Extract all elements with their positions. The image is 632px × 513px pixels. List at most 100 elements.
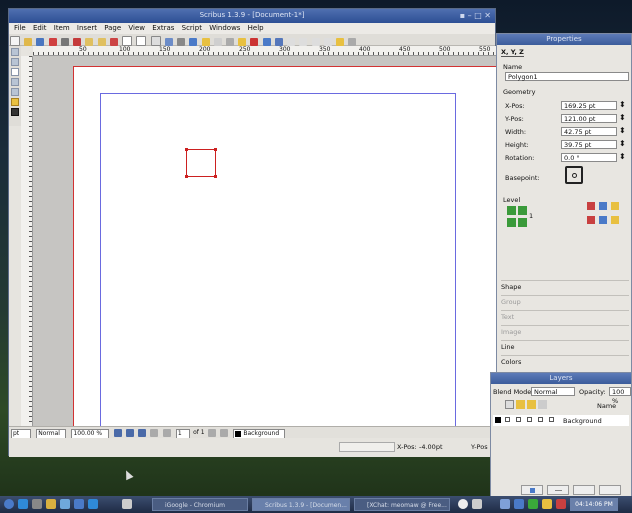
- flip-horizontal-icon[interactable]: [587, 202, 595, 210]
- raise-icon[interactable]: [518, 206, 527, 215]
- raise-layer-button[interactable]: [599, 485, 621, 495]
- app-icon[interactable]: [88, 499, 98, 509]
- launcher-icon[interactable]: [18, 499, 28, 509]
- properties-title[interactable]: Properties: [497, 34, 631, 45]
- text-annotation-icon[interactable]: [11, 98, 19, 106]
- prev-page-icon[interactable]: [162, 429, 171, 437]
- paste-icon[interactable]: [136, 36, 147, 46]
- window-titlebar[interactable]: Scribus 1.3.9 - [Document-1*] ▪ – □ ✕: [9, 9, 495, 23]
- scale-icon[interactable]: [611, 216, 619, 224]
- section-group[interactable]: Group: [501, 295, 629, 309]
- tray-app-icon[interactable]: [556, 499, 566, 509]
- lock-checkbox[interactable]: [527, 417, 532, 422]
- stepper-icon[interactable]: ⬍: [619, 100, 626, 109]
- browser-icon[interactable]: [60, 499, 70, 509]
- first-page-icon[interactable]: [150, 429, 159, 437]
- resize-handle[interactable]: [185, 148, 188, 151]
- menu-page[interactable]: Page: [104, 23, 121, 34]
- cut-icon[interactable]: [109, 38, 118, 46]
- layers-title[interactable]: Layers: [491, 373, 631, 384]
- window-controls[interactable]: ▪ – □ ✕: [460, 11, 491, 20]
- lower-icon[interactable]: [518, 218, 527, 227]
- edit-contents-icon[interactable]: [287, 38, 296, 46]
- eyedropper-icon[interactable]: [336, 38, 345, 46]
- text-frame-icon[interactable]: [164, 38, 173, 46]
- undo-icon[interactable]: [85, 38, 94, 46]
- xyz-tab[interactable]: X, Y, Z: [501, 48, 524, 57]
- zoom-in-icon[interactable]: [138, 429, 147, 437]
- tray-app-icon[interactable]: [528, 499, 538, 509]
- network-icon[interactable]: [458, 499, 468, 509]
- section-line[interactable]: Line: [501, 340, 629, 354]
- menu-view[interactable]: View: [128, 23, 145, 34]
- opacity-field[interactable]: 100 %: [609, 387, 631, 405]
- section-colors[interactable]: Colors: [501, 355, 629, 369]
- flow-checkbox[interactable]: [538, 417, 543, 422]
- duplicate-layer-button[interactable]: [573, 485, 595, 495]
- resize-handle[interactable]: [214, 175, 217, 178]
- basepoint-selector-icon[interactable]: [565, 166, 583, 184]
- layer-row[interactable]: Background: [493, 415, 629, 426]
- zoom-out-icon[interactable]: [113, 429, 122, 437]
- task-chromium[interactable]: iGoogle - Chromium: [152, 498, 248, 511]
- height-field[interactable]: 39.75 pt: [561, 140, 617, 149]
- pdf-checkbox-icon[interactable]: [11, 68, 19, 76]
- name-field[interactable]: Polygon1: [505, 72, 629, 81]
- pdf-combobox-icon[interactable]: [11, 78, 19, 86]
- document-page[interactable]: [73, 66, 497, 426]
- menu-edit[interactable]: Edit: [33, 23, 47, 34]
- stepper-icon[interactable]: ⬍: [619, 126, 626, 135]
- tray-app-icon[interactable]: [542, 499, 552, 509]
- link-annotation-icon[interactable]: [11, 108, 19, 116]
- rotation-field[interactable]: 0.0 °: [561, 153, 617, 162]
- flip-vertical-icon[interactable]: [599, 202, 607, 210]
- basepoint-center-icon[interactable]: [572, 173, 577, 178]
- shape-icon[interactable]: [201, 38, 210, 46]
- next-page-icon[interactable]: [207, 429, 216, 437]
- copy-icon[interactable]: [122, 36, 133, 46]
- section-image[interactable]: Image: [501, 325, 629, 339]
- menu-extras[interactable]: Extras: [152, 23, 174, 34]
- show-desktop-icon[interactable]: [122, 499, 132, 509]
- xpos-field[interactable]: 169.25 pt: [561, 101, 617, 110]
- blend-mode-select[interactable]: Normal: [531, 387, 575, 396]
- polygon-icon[interactable]: [213, 38, 222, 46]
- close-document-icon[interactable]: [48, 38, 57, 46]
- pdf-button-icon[interactable]: [11, 48, 19, 56]
- raise-to-top-icon[interactable]: [507, 206, 516, 215]
- no-print-icon[interactable]: [587, 216, 595, 224]
- width-field[interactable]: 42.75 pt: [561, 127, 617, 136]
- lower-to-bottom-icon[interactable]: [507, 218, 516, 227]
- menu-script[interactable]: Script: [182, 23, 202, 34]
- freehand-icon[interactable]: [250, 38, 259, 46]
- select-tool-icon[interactable]: [150, 36, 161, 46]
- export-pdf-icon[interactable]: [73, 38, 82, 46]
- polygon1-frame[interactable]: [185, 148, 217, 178]
- section-shape[interactable]: Shape: [501, 280, 629, 294]
- vertical-ruler[interactable]: [21, 56, 33, 426]
- files-icon[interactable]: [46, 499, 56, 509]
- menu-windows[interactable]: Windows: [209, 23, 240, 34]
- link-frames-icon[interactable]: [299, 38, 308, 46]
- menu-item[interactable]: Item: [54, 23, 70, 34]
- layer-name[interactable]: Background: [563, 417, 602, 425]
- volume-icon[interactable]: [472, 499, 482, 509]
- image-frame-icon[interactable]: [177, 38, 186, 46]
- resize-handle[interactable]: [185, 175, 188, 178]
- lock-size-icon[interactable]: [599, 216, 607, 224]
- print-icon[interactable]: [60, 38, 69, 46]
- menu-help[interactable]: Help: [248, 23, 264, 34]
- pdf-listbox-icon[interactable]: [11, 88, 19, 96]
- new-document-icon[interactable]: [10, 36, 20, 46]
- visible-checkbox[interactable]: [505, 417, 510, 422]
- tray-app-icon[interactable]: [514, 499, 524, 509]
- redo-icon[interactable]: [97, 38, 106, 46]
- lock-icon[interactable]: [611, 202, 619, 210]
- open-folder-icon[interactable]: [24, 38, 33, 46]
- zoom-icon[interactable]: [274, 38, 283, 46]
- measure-icon[interactable]: [323, 38, 332, 46]
- resize-handle[interactable]: [214, 148, 217, 151]
- unlink-frames-icon[interactable]: [311, 38, 320, 46]
- print-checkbox[interactable]: [516, 417, 521, 422]
- remove-layer-button[interactable]: [547, 485, 569, 495]
